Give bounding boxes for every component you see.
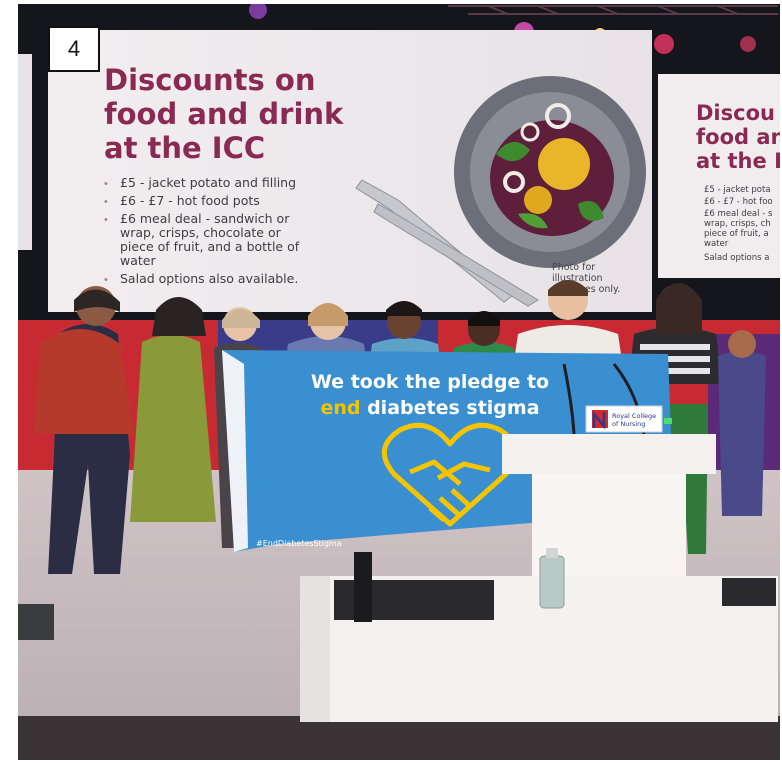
slide-bullet: £6 - £7 - hot foo — [704, 197, 773, 207]
slide-title-line: food an — [696, 125, 780, 149]
banner-line-1: We took the pledge to — [311, 371, 549, 393]
slide-title-line: at the ICC — [104, 131, 265, 165]
slide-bullet: piece of fruit, a — [704, 229, 769, 239]
svg-text:•: • — [104, 196, 108, 208]
stage-monitor — [722, 578, 776, 606]
slide-bullet: £6 meal deal - sandwich or — [120, 211, 290, 226]
stage-edge — [18, 716, 780, 760]
slide-title-line: food and drink — [104, 97, 344, 131]
slide-title-line: at the I — [696, 149, 780, 173]
slide-bullet: piece of fruit, and a bottle of — [120, 239, 300, 254]
svg-text:•: • — [104, 274, 108, 286]
slide-bullet: wrap, crisps, chocolate or — [120, 225, 282, 240]
floor-monitor — [18, 604, 54, 640]
rcn-logo-line: Royal College — [612, 412, 656, 420]
svg-text:•: • — [104, 214, 108, 226]
caption-line: Photo for — [552, 262, 595, 273]
slide-title-line: Discounts on — [104, 63, 315, 97]
slide-bullet: £5 - jacket pota — [704, 185, 771, 195]
slide-bullet: Salad options a — [704, 253, 770, 263]
stage-light-icon — [654, 34, 674, 54]
slide-bullet: water — [120, 253, 156, 268]
slide-bullet: wrap, crisps, ch — [704, 219, 771, 229]
banner-line-2-rest: diabetes stigma — [360, 397, 539, 419]
banner-line-2: end diabetes stigma — [320, 397, 539, 419]
camera-stand — [354, 552, 372, 622]
slide-bullet: £6 - £7 - hot food pots — [120, 193, 260, 208]
banner-hashtag: #EndDiabetesStigma — [256, 539, 342, 548]
slide-bullet: £5 - jacket potato and filling — [120, 175, 296, 190]
left-screen — [18, 54, 32, 250]
slide-bullet: water — [704, 239, 729, 249]
rcn-logo-line: of Nursing — [612, 420, 645, 428]
stage-scene: Discounts on food and drink at the ICC •… — [18, 4, 780, 760]
slide-number-badge: 4 — [48, 26, 100, 72]
salad-plate — [454, 76, 646, 268]
svg-text:•: • — [104, 178, 108, 190]
water-bottle-icon — [539, 548, 565, 609]
banner-highlight: end — [320, 397, 360, 419]
slide-bullet: Salad options also available. — [120, 271, 298, 286]
slide-bullet: £6 meal deal - s — [704, 209, 773, 219]
stage-light-icon — [740, 36, 756, 52]
slide-title-line: Discou — [696, 101, 775, 125]
event-photo: Discounts on food and drink at the ICC •… — [18, 4, 780, 760]
right-slide-title: Discou food an at the I — [696, 101, 780, 173]
